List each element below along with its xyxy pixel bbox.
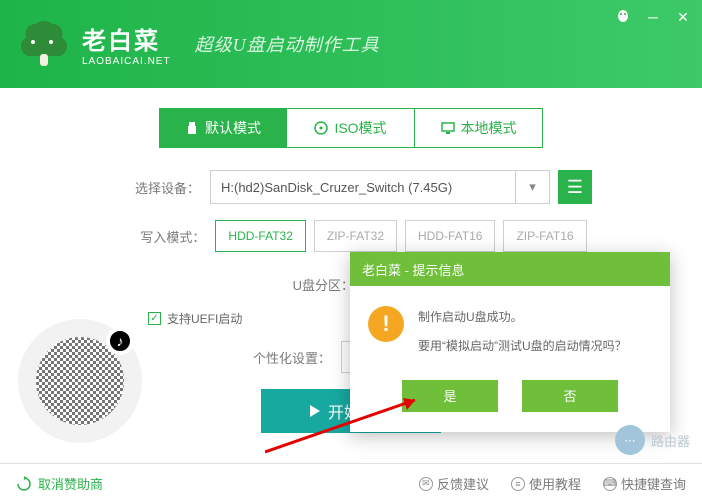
personal-label: 个性化设置： [241,348,331,367]
write-option-hdd-fat32[interactable]: HDD-FAT32 [215,220,305,252]
uefi-checkbox-label: 支持UEFI启动 [167,310,242,327]
footer-bar: 取消赞助商 ✉ 反馈建议 ≡ 使用教程 ⌨ 快捷键查询 [0,463,702,503]
write-mode-label: 写入模式： [115,227,205,246]
device-select[interactable]: H:(hd2)SanDisk_Cruzer_Switch (7.45G) ▾ [210,170,550,204]
device-menu-button[interactable]: ☰ [558,170,592,204]
brand-name-en: LAOBAICAI.NET [82,56,171,67]
tab-label: 默认模式 [205,118,261,138]
usb-icon [185,121,199,135]
chat-icon: ✉ [419,477,433,491]
slogan-text: 超级U盘启动制作工具 [195,31,380,57]
qr-code-area: ♪ [18,319,142,443]
watermark-icon: ⋯ [615,425,645,455]
footer-link-label: 使用教程 [529,474,581,493]
footer-shortcut-link[interactable]: ⌨ 快捷键查询 [603,474,686,493]
tab-iso-mode[interactable]: ISO模式 [287,108,415,148]
book-icon: ≡ [511,477,525,491]
device-label: 选择设备： [110,178,200,197]
footer-link-label: 反馈建议 [437,474,489,493]
monitor-icon [441,121,455,135]
hamburger-icon: ☰ [567,177,583,198]
app-header: 老白菜 LAOBAICAI.NET 超级U盘启动制作工具 ─ ✕ [0,0,702,88]
cancel-sponsor-link[interactable]: 取消赞助商 [16,474,103,493]
qq-icon[interactable] [614,8,632,26]
douyin-icon: ♪ [106,327,134,355]
dialog-title: 老白菜 - 提示信息 [350,252,670,286]
mode-tabs: 默认模式 ISO模式 本地模式 [40,108,662,148]
confirm-dialog: 老白菜 - 提示信息 ! 制作启动U盘成功。 要用“模拟启动”测试U盘的启动情况… [350,252,670,432]
tab-label: ISO模式 [334,118,386,138]
keyboard-icon: ⌨ [603,477,617,491]
write-option-zip-fat16[interactable]: ZIP-FAT16 [503,220,586,252]
dialog-message-2: 要用“模拟启动”测试U盘的启动情况吗？ [418,335,627,358]
dialog-message-1: 制作启动U盘成功。 [418,306,627,329]
write-option-hdd-fat16[interactable]: HDD-FAT16 [405,220,495,252]
partition-label: U盘分区： [264,275,354,294]
dialog-yes-button[interactable]: 是 [402,380,498,412]
device-value: H:(hd2)SanDisk_Cruzer_Switch (7.45G) [211,180,515,195]
write-option-zip-fat32[interactable]: ZIP-FAT32 [314,220,397,252]
footer-tutorial-link[interactable]: ≡ 使用教程 [511,474,581,493]
chevron-down-icon[interactable]: ▾ [515,171,549,203]
logo-area: 老白菜 LAOBAICAI.NET 超级U盘启动制作工具 [16,16,380,72]
uefi-checkbox[interactable]: ✓ [148,312,161,325]
dialog-no-button[interactable]: 否 [522,380,618,412]
brand-logo-icon [16,16,72,72]
warning-icon: ! [368,306,404,342]
tab-local-mode[interactable]: 本地模式 [415,108,543,148]
tab-label: 本地模式 [461,118,517,138]
disc-icon [314,121,328,135]
footer-sponsor-label: 取消赞助商 [38,474,103,493]
watermark-text: 路由器 [651,431,690,450]
watermark: ⋯ 路由器 [615,425,690,455]
refresh-icon [16,476,32,492]
play-icon [310,405,320,417]
minimize-button[interactable]: ─ [644,8,662,26]
tab-default-mode[interactable]: 默认模式 [159,108,287,148]
close-button[interactable]: ✕ [674,8,692,26]
brand-name-cn: 老白菜 [82,21,171,56]
footer-feedback-link[interactable]: ✉ 反馈建议 [419,474,489,493]
footer-link-label: 快捷键查询 [621,474,686,493]
